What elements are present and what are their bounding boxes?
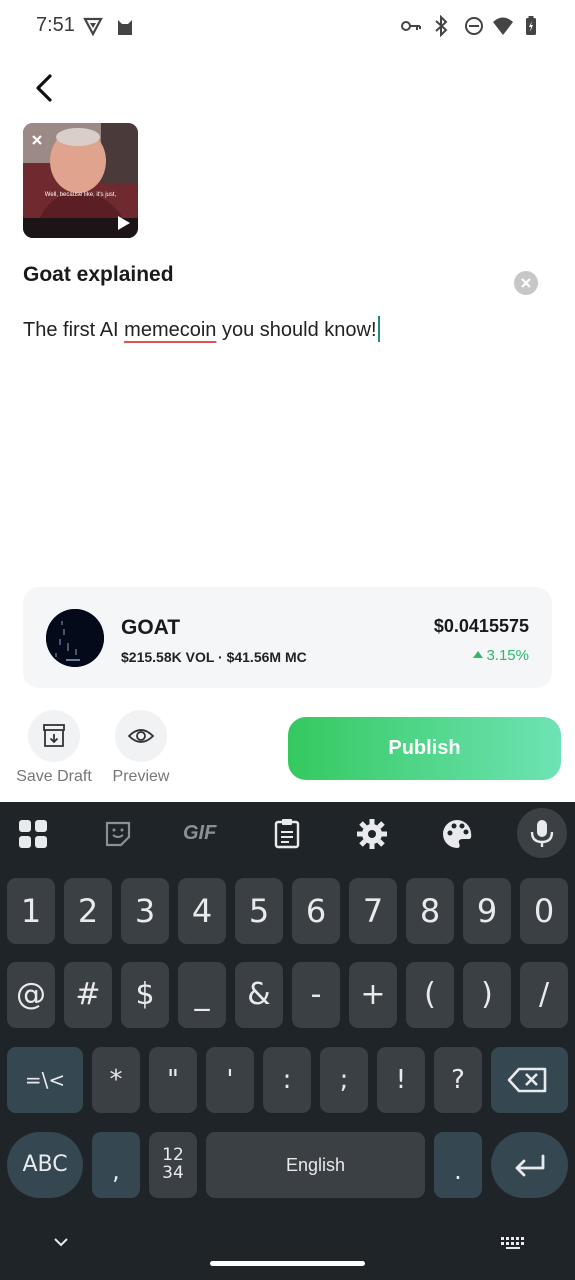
cat-notification-icon (118, 20, 132, 35)
key-semicolon[interactable]: ; (320, 1047, 368, 1113)
key-single-quote[interactable]: ' (206, 1047, 254, 1113)
key-enter[interactable] (491, 1132, 568, 1198)
token-name: GOAT (121, 616, 181, 639)
key-double-quote[interactable]: " (149, 1047, 197, 1113)
up-triangle-icon (473, 651, 484, 658)
clipboard-icon[interactable] (269, 816, 305, 852)
status-bar: 7:51 (0, 0, 575, 52)
sticker-icon[interactable] (100, 816, 136, 852)
wifi-icon (493, 17, 513, 35)
key-close-paren[interactable]: ) (463, 962, 511, 1028)
microphone-icon (530, 820, 554, 847)
home-indicator[interactable] (210, 1261, 365, 1266)
do-not-disturb-icon (465, 17, 483, 35)
key-ampersand[interactable]: & (235, 962, 283, 1028)
key-0[interactable]: 0 (520, 878, 568, 944)
settings-gear-icon[interactable] (354, 816, 390, 852)
vpn-shield-icon (83, 17, 103, 37)
key-9[interactable]: 9 (463, 878, 511, 944)
voice-input-button[interactable] (517, 808, 567, 858)
post-title-input[interactable]: Goat explained (23, 263, 174, 287)
battery-charging-icon (526, 16, 536, 35)
token-change-value: 3.15% (486, 647, 529, 664)
key-backspace[interactable] (491, 1047, 568, 1113)
key-7[interactable]: 7 (349, 878, 397, 944)
post-body-text-end: you should know! (216, 319, 377, 341)
numpad-bottom-label: 34 (162, 1163, 184, 1183)
token-stats: $215.58K VOL · $41.56M MC (121, 649, 307, 665)
video-thumbnail[interactable]: Well, because like, it's just, (23, 123, 138, 238)
key-space[interactable]: English (206, 1132, 425, 1198)
bluetooth-icon (435, 15, 448, 37)
misspelled-word[interactable]: memecoin (124, 319, 216, 341)
eye-icon (127, 729, 155, 743)
key-8[interactable]: 8 (406, 878, 454, 944)
post-body-text: The first AI (23, 319, 125, 341)
key-3[interactable]: 3 (121, 878, 169, 944)
gif-button[interactable]: GIF (183, 822, 216, 845)
key-dollar[interactable]: $ (121, 962, 169, 1028)
numpad-top-label: 12 (162, 1145, 184, 1165)
play-icon (118, 216, 130, 230)
enter-icon (515, 1154, 545, 1177)
back-button[interactable] (26, 68, 66, 108)
key-5[interactable]: 5 (235, 878, 283, 944)
chevron-down-icon[interactable] (52, 1236, 70, 1248)
key-open-paren[interactable]: ( (406, 962, 454, 1028)
key-underscore[interactable]: _ (178, 962, 226, 1028)
text-caret (377, 316, 380, 342)
preview-button[interactable] (115, 710, 167, 762)
token-change: 3.15% (473, 647, 529, 664)
video-caption: Well, because like, it's just, (44, 192, 117, 198)
post-body-input[interactable]: The first AI memecoin you should know! (23, 316, 380, 342)
key-more-symbols[interactable]: =\< (7, 1047, 83, 1113)
save-draft-button[interactable] (28, 710, 80, 762)
key-period[interactable]: . (434, 1132, 482, 1198)
keyboard-icon[interactable] (500, 1236, 526, 1250)
key-question[interactable]: ? (434, 1047, 482, 1113)
remove-media-button[interactable] (31, 133, 43, 150)
key-exclamation[interactable]: ! (377, 1047, 425, 1113)
clear-title-button[interactable] (514, 271, 538, 295)
soft-keyboard (0, 802, 575, 1280)
status-time: 7:51 (36, 14, 75, 36)
key-plus[interactable]: + (349, 962, 397, 1028)
archive-box-icon (43, 724, 65, 747)
key-at[interactable]: @ (7, 962, 55, 1028)
key-numpad[interactable]: 12 34 (149, 1132, 197, 1198)
close-icon (32, 135, 42, 145)
key-abc[interactable]: ABC (7, 1132, 83, 1198)
preview-label: Preview (112, 768, 170, 785)
key-asterisk[interactable]: * (92, 1047, 140, 1113)
key-6[interactable]: 6 (292, 878, 340, 944)
backspace-icon (507, 1067, 547, 1093)
key-2[interactable]: 2 (64, 878, 112, 944)
token-price: $0.0415575 (433, 616, 529, 636)
token-card[interactable]: GOAT $215.58K VOL · $41.56M MC $0.041557… (23, 587, 552, 688)
save-draft-label: Save Draft (16, 768, 92, 785)
key-minus[interactable]: - (292, 962, 340, 1028)
key-4[interactable]: 4 (178, 878, 226, 944)
palette-icon[interactable] (439, 816, 475, 852)
key-1[interactable]: 1 (7, 878, 55, 944)
key-icon (401, 21, 421, 31)
key-colon[interactable]: : (263, 1047, 311, 1113)
key-hash[interactable]: # (64, 962, 112, 1028)
close-icon (521, 278, 531, 288)
token-logo-image (46, 609, 104, 667)
apps-grid-icon[interactable] (15, 816, 51, 852)
key-slash[interactable]: / (520, 962, 568, 1028)
token-avatar (46, 609, 104, 667)
key-comma[interactable]: , (92, 1132, 140, 1198)
publish-button[interactable]: Publish (288, 717, 561, 780)
